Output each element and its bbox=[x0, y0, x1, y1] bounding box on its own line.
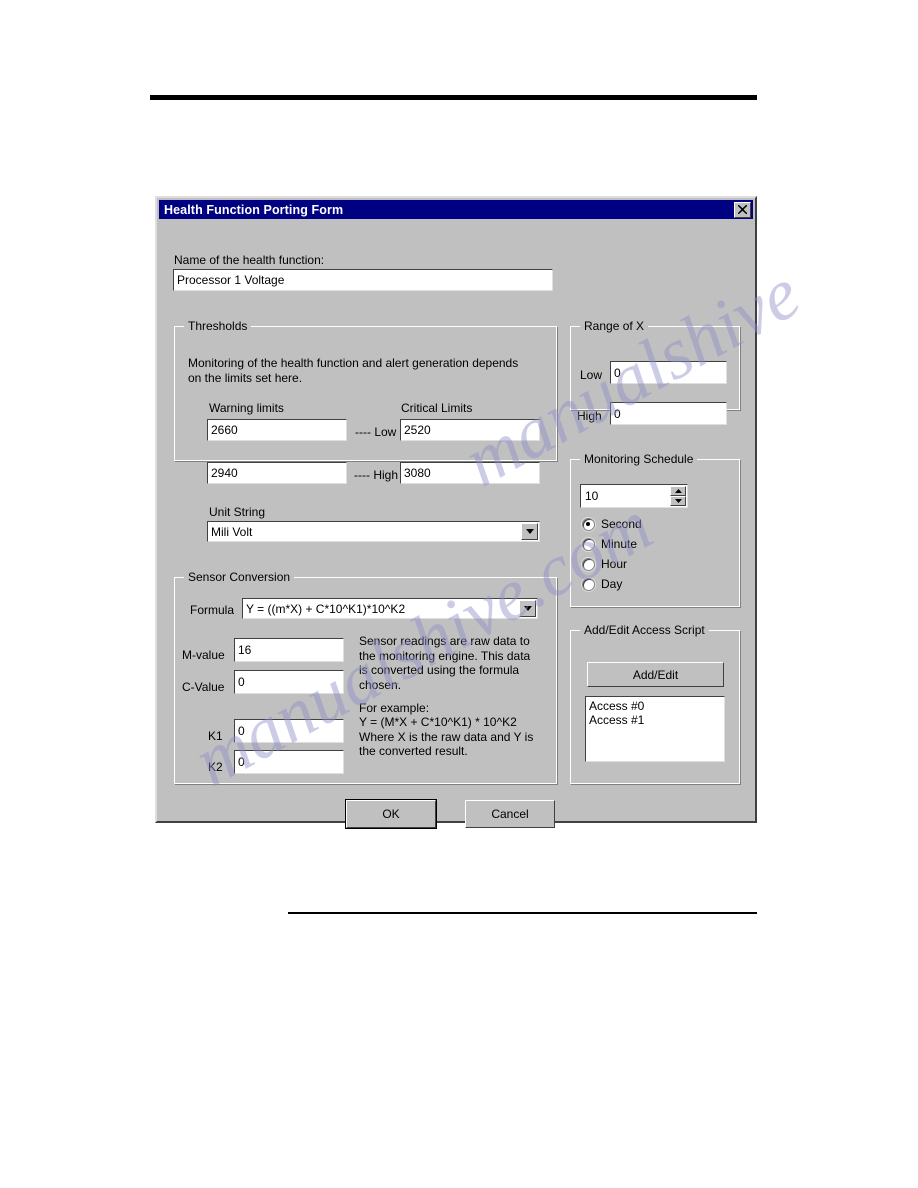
radio-second-label: Second bbox=[601, 517, 642, 531]
k1-input[interactable]: 0 bbox=[234, 719, 344, 743]
title-bar: Health Function Porting Form bbox=[159, 200, 753, 219]
radio-hour[interactable]: Hour bbox=[582, 557, 627, 571]
radio-second[interactable]: Second bbox=[582, 517, 642, 531]
monitoring-interval-value: 10 bbox=[585, 489, 599, 503]
cancel-button[interactable]: Cancel bbox=[465, 800, 555, 828]
ok-button[interactable]: OK bbox=[345, 799, 437, 829]
radio-day-label: Day bbox=[601, 577, 623, 591]
range-of-x-group-title: Range of X bbox=[580, 319, 649, 333]
critical-limits-header: Critical Limits bbox=[401, 401, 473, 415]
formula-label: Formula bbox=[190, 603, 235, 617]
sensor-conversion-example-body: Y = (M*X + C*10^K1) * 10^K2 Where X is t… bbox=[359, 715, 534, 758]
spinner-down-icon[interactable] bbox=[670, 496, 686, 506]
access-script-listbox[interactable]: Access #0 Access #1 bbox=[585, 696, 725, 762]
radio-indicator-icon bbox=[582, 557, 595, 571]
page-rule-top bbox=[150, 95, 757, 100]
sensor-conversion-group-title: Sensor Conversion bbox=[184, 570, 295, 584]
list-item[interactable]: Access #0 bbox=[589, 699, 724, 713]
health-function-name-input[interactable]: Processor 1 Voltage bbox=[173, 269, 553, 291]
chevron-down-icon[interactable] bbox=[521, 523, 538, 540]
health-function-porting-dialog: Health Function Porting Form Name of the… bbox=[155, 196, 757, 829]
warning-low-input[interactable]: 2660 bbox=[207, 419, 347, 441]
sensor-conversion-example-heading: For example: bbox=[359, 701, 430, 715]
radio-indicator-icon bbox=[582, 537, 595, 551]
access-script-group-title: Add/Edit Access Script bbox=[580, 623, 709, 637]
critical-high-input[interactable]: 3080 bbox=[400, 462, 540, 484]
unit-string-value: Mili Volt bbox=[211, 524, 253, 539]
radio-minute[interactable]: Minute bbox=[582, 537, 637, 551]
unit-string-combobox[interactable]: Mili Volt bbox=[207, 521, 540, 542]
c-value-input[interactable]: 0 bbox=[234, 670, 344, 694]
chevron-down-icon[interactable] bbox=[519, 600, 536, 617]
thresholds-group-title: Thresholds bbox=[184, 319, 252, 333]
range-low-input[interactable]: 0 bbox=[610, 361, 727, 384]
warning-high-input[interactable]: 2940 bbox=[207, 462, 347, 484]
k2-input[interactable]: 0 bbox=[234, 750, 344, 774]
k1-label: K1 bbox=[208, 729, 223, 743]
list-item[interactable]: Access #1 bbox=[589, 713, 724, 727]
radio-minute-label: Minute bbox=[601, 537, 638, 551]
page-rule-bottom bbox=[288, 912, 757, 914]
monitoring-schedule-group-title: Monitoring Schedule bbox=[580, 452, 698, 466]
range-high-input[interactable]: 0 bbox=[610, 402, 727, 425]
warning-limits-header: Warning limits bbox=[209, 401, 284, 415]
unit-string-label: Unit String bbox=[209, 505, 266, 519]
k2-label: K2 bbox=[208, 760, 223, 774]
window-title: Health Function Porting Form bbox=[164, 202, 344, 217]
add-edit-button[interactable]: Add/Edit bbox=[587, 662, 724, 687]
radio-hour-label: Hour bbox=[601, 557, 628, 571]
radio-day[interactable]: Day bbox=[582, 577, 622, 591]
critical-low-input[interactable]: 2520 bbox=[400, 419, 540, 441]
formula-combobox[interactable]: Y = ((m*X) + C*10^K1)*10^K2 bbox=[242, 598, 538, 619]
radio-indicator-icon bbox=[582, 577, 595, 591]
spinner-up-icon[interactable] bbox=[670, 486, 686, 496]
formula-value: Y = ((m*X) + C*10^K1)*10^K2 bbox=[246, 601, 406, 616]
health-function-name-label: Name of the health function: bbox=[174, 253, 325, 267]
sensor-conversion-help-text: Sensor readings are raw data to the moni… bbox=[359, 634, 531, 692]
close-icon[interactable] bbox=[734, 201, 751, 218]
m-value-input[interactable]: 16 bbox=[234, 638, 344, 662]
range-low-label: Low bbox=[580, 368, 603, 382]
monitoring-interval-stepper[interactable]: 10 bbox=[580, 484, 688, 508]
radio-indicator-icon bbox=[582, 517, 595, 531]
m-value-label: M-value bbox=[182, 648, 225, 662]
c-value-label: C-Value bbox=[182, 680, 225, 694]
thresholds-description: Monitoring of the health function and al… bbox=[188, 356, 519, 385]
range-high-label: High bbox=[577, 409, 602, 423]
